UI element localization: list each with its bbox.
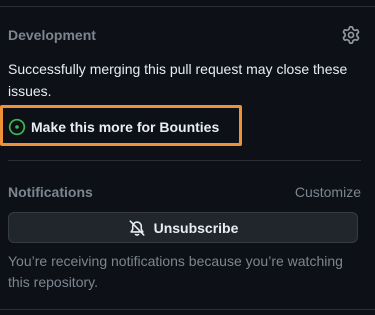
bell-slash-icon	[128, 219, 146, 237]
development-title: Development	[8, 27, 96, 43]
pr-sidebar: Development Successfully merging this pu…	[0, 0, 375, 315]
notifications-description: You’re receiving notifications because y…	[8, 253, 343, 290]
development-header: Development	[8, 24, 361, 46]
unsubscribe-button[interactable]: Unsubscribe	[8, 212, 358, 243]
bottom-divider	[0, 309, 375, 310]
section-divider	[8, 160, 361, 161]
gear-icon	[342, 26, 360, 44]
development-description: Successfully merging this pull request m…	[8, 61, 348, 99]
linked-issue-title: Make this more for Bounties	[31, 119, 220, 135]
notifications-header: Notifications Customize	[8, 181, 361, 203]
top-divider	[0, 0, 375, 7]
development-settings-button[interactable]	[341, 25, 361, 45]
notifications-title: Notifications	[8, 184, 93, 200]
linked-issue-link[interactable]: Make this more for Bounties	[8, 117, 219, 137]
unsubscribe-label: Unsubscribe	[153, 219, 239, 236]
customize-link[interactable]: Customize	[295, 184, 361, 200]
issue-open-icon	[8, 118, 26, 136]
